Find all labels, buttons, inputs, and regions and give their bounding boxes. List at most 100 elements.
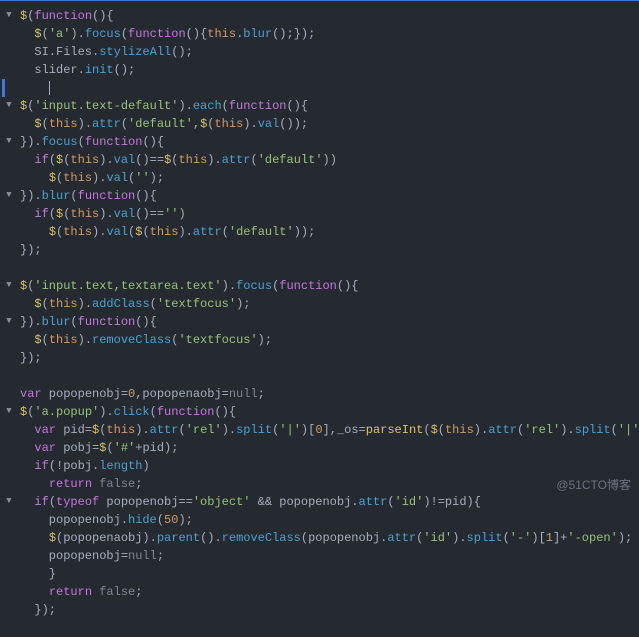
code-line[interactable]: $(popopenaobj).parent().removeClass(popo… [20,529,639,547]
token [20,493,34,511]
token: function [128,25,186,43]
token: 0 [128,385,135,403]
fold-arrow-icon[interactable]: ▼ [0,187,18,205]
token: 'rel' [524,421,560,439]
fold-arrow-icon[interactable]: ▼ [0,493,18,511]
token [20,259,27,277]
code-line[interactable]: if($(this).val()=='') [20,205,639,223]
token: focus [236,277,272,295]
token: ( [157,511,164,529]
code-area[interactable]: $(function(){ $('a').focus(function(){th… [18,1,639,637]
token: (){ [286,97,308,115]
code-line[interactable]: $(this).addClass('textfocus'); [20,295,639,313]
code-line[interactable]: }); [20,601,639,619]
token: }); [20,349,42,367]
code-line[interactable]: var popopenobj=0,popopenaobj=null; [20,385,639,403]
token: ()); [279,115,308,133]
token: $ [34,115,41,133]
code-line[interactable] [20,367,639,385]
code-line[interactable]: $('input.text-default').each(function(){ [20,97,639,115]
fold-arrow-icon[interactable]: ▼ [0,133,18,151]
code-line[interactable]: }).blur(function(){ [20,187,639,205]
token: $ [34,331,41,349]
gutter-blank [0,295,18,313]
token: ,popopenaobj= [135,385,229,403]
token: val [258,115,280,133]
code-line[interactable]: var pid=$(this).attr('rel').split('|')[0… [20,421,639,439]
line-highlight-marker [2,79,5,97]
token: ( [70,187,77,205]
token: val [114,205,136,223]
token: attr [92,115,121,133]
code-line[interactable]: $('input.text,textarea.text').focus(func… [20,277,639,295]
token: blur [42,187,71,205]
code-editor[interactable]: ▼▼▼▼▼▼▼▼ $(function(){ $('a').focus(func… [0,1,639,637]
token: ). [78,295,92,313]
token: attr [150,421,179,439]
token [20,331,34,349]
fold-arrow-icon[interactable]: ▼ [0,97,18,115]
code-line[interactable]: $(this).val(''); [20,169,639,187]
gutter-blank [0,385,18,403]
code-line[interactable]: return false; [20,583,639,601]
token: ()== [135,205,164,223]
token: return [49,583,92,601]
gutter-blank [0,241,18,259]
token: ( [42,331,49,349]
token: }). [20,133,42,151]
code-line[interactable]: }); [20,349,639,367]
code-line[interactable]: $(this).removeClass('textfocus'); [20,331,639,349]
token: ( [49,493,56,511]
code-line[interactable] [20,259,639,277]
token: popopenobj. [20,511,128,529]
code-line[interactable]: if(!pobj.length) [20,457,639,475]
code-line[interactable]: $(this).val($(this).attr('default')); [20,223,639,241]
token: $ [92,421,99,439]
token: ( [49,151,56,169]
token: ( [78,133,85,151]
token: ( [56,169,63,187]
token: ( [222,97,229,115]
token: $ [56,205,63,223]
gutter-blank [0,529,18,547]
token: ( [416,529,423,547]
token: ). [99,151,113,169]
code-line[interactable]: popopenobj.hide(50); [20,511,639,529]
token: 'default' [229,223,294,241]
token: attr [193,223,222,241]
fold-arrow-icon[interactable]: ▼ [0,313,18,331]
token: ( [438,421,445,439]
code-line[interactable]: $('a').focus(function(){this.blur();}); [20,25,639,43]
code-line[interactable]: }).blur(function(){ [20,313,639,331]
token: ( [42,115,49,133]
code-line[interactable]: return false; [20,475,639,493]
code-line[interactable] [20,79,639,97]
token: ( [387,493,394,511]
token: }); [20,601,56,619]
token: ). [92,169,106,187]
code-line[interactable]: } [20,565,639,583]
code-line[interactable]: var pobj=$('#'+pid); [20,439,639,457]
code-line[interactable]: $('a.popup').click(function(){ [20,403,639,421]
token: ( [611,421,618,439]
token: ( [251,151,258,169]
fold-arrow-icon[interactable]: ▼ [0,7,18,25]
token: '#' [114,439,136,457]
code-line[interactable]: }).focus(function(){ [20,133,639,151]
fold-arrow-icon[interactable]: ▼ [0,403,18,421]
code-line[interactable]: popopenobj=null; [20,547,639,565]
fold-arrow-icon[interactable]: ▼ [0,277,18,295]
token: var [34,439,56,457]
code-line[interactable]: if(typeof popopenobj=='object' && popope… [20,493,639,511]
token: $ [34,295,41,313]
token: this [63,169,92,187]
token: ). [560,421,574,439]
code-line[interactable]: if($(this).val()==$(this).attr('default'… [20,151,639,169]
code-line[interactable]: $(function(){ [20,7,639,25]
code-line[interactable]: $(this).attr('default',$(this).val()); [20,115,639,133]
token: slider. [20,61,85,79]
code-line[interactable]: slider.init(); [20,61,639,79]
code-line[interactable]: }); [20,241,639,259]
code-line[interactable]: SI.Files.stylizeAll(); [20,43,639,61]
token: +pid); [135,439,178,457]
